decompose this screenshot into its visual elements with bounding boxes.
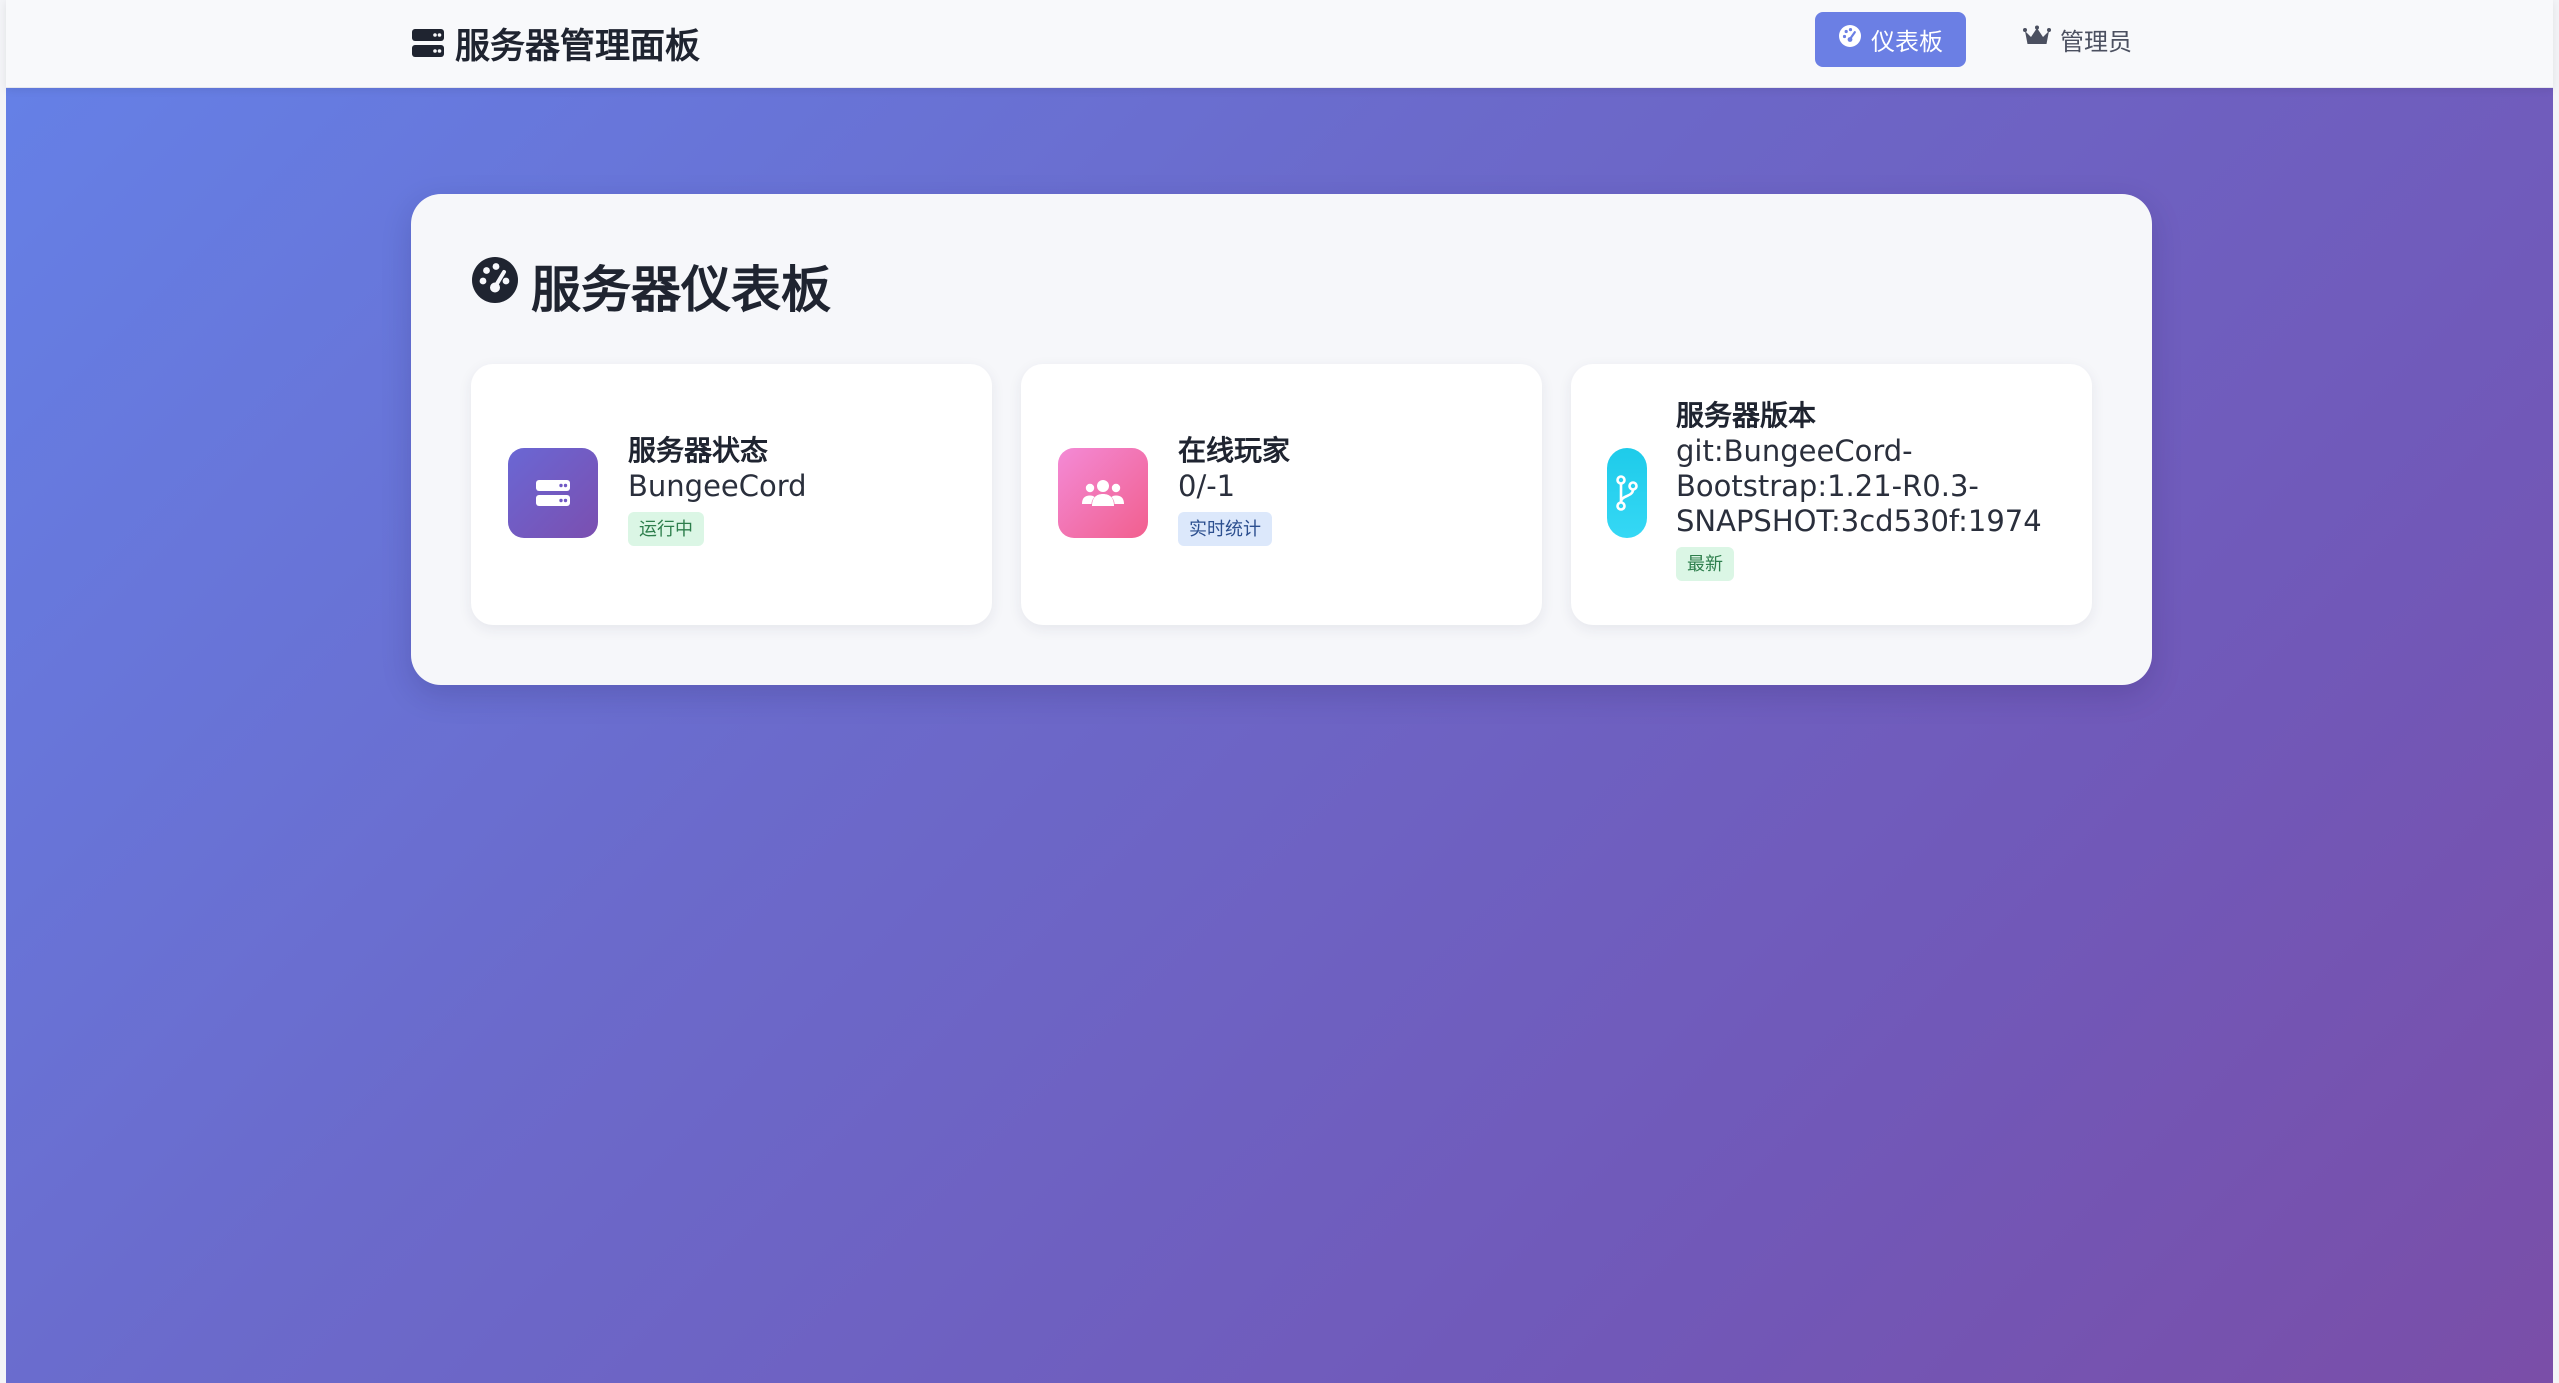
- card-value: BungeeCord: [628, 469, 807, 503]
- stats-badge: 实时统计: [1178, 512, 1272, 546]
- nav-link-label: 管理员: [2060, 29, 2132, 56]
- card-label: 在线玩家: [1178, 435, 1291, 466]
- crown-icon: [2023, 25, 2051, 54]
- version-line: SNAPSHOT:3cd530f:1974: [1676, 504, 2042, 538]
- server-icon: [411, 27, 445, 59]
- nav-link-admin[interactable]: 管理员: [2001, 12, 2154, 67]
- latest-badge: 最新: [1676, 547, 1734, 581]
- card-label: 服务器版本: [1676, 400, 1817, 431]
- nav-links: 仪表板 管理员: [1815, 12, 2154, 67]
- dashboard-panel: 服务器仪表板 服务器状态 BungeeCord 运行中 在线玩家 0/-1 实时…: [411, 194, 2152, 685]
- page-title: 服务器仪表板: [471, 256, 831, 318]
- card-value: git:BungeeCord- Bootstrap:1.21-R0.3- SNA…: [1676, 434, 2072, 539]
- main-content: 服务器仪表板 服务器状态 BungeeCord 运行中 在线玩家 0/-1 实时…: [6, 88, 2553, 1383]
- server-icon: [508, 448, 598, 538]
- version-line: Bootstrap:1.21-R0.3-: [1676, 469, 1979, 503]
- nav-link-label: 仪表板: [1871, 29, 1943, 56]
- top-navbar: 服务器管理面板 仪表板 管理员: [6, 0, 2553, 88]
- players-card: 在线玩家 0/-1 实时统计: [1021, 364, 1542, 625]
- users-icon: [1058, 448, 1148, 538]
- app-window: 服务器管理面板 仪表板 管理员 服务器仪表板 服务器状态 BungeeCord …: [0, 0, 2559, 1383]
- brand[interactable]: 服务器管理面板: [411, 20, 700, 66]
- dashboard-icon: [1838, 24, 1862, 55]
- dashboard-icon: [471, 256, 519, 316]
- version-line: git:BungeeCord-: [1676, 434, 1913, 468]
- status-badge: 运行中: [628, 512, 704, 546]
- brand-title: 服务器管理面板: [455, 26, 701, 66]
- nav-link-dashboard[interactable]: 仪表板: [1815, 12, 1966, 67]
- page-title-text: 服务器仪表板: [531, 262, 831, 318]
- card-value: 0/-1: [1178, 469, 1236, 503]
- card-body: 服务器版本 git:BungeeCord- Bootstrap:1.21-R0.…: [1676, 398, 2072, 581]
- code-branch-icon: [1607, 448, 1647, 538]
- card-body: 在线玩家 0/-1 实时统计: [1178, 433, 1522, 546]
- card-body: 服务器状态 BungeeCord 运行中: [628, 433, 972, 546]
- status-card: 服务器状态 BungeeCord 运行中: [471, 364, 992, 625]
- card-label: 服务器状态: [628, 435, 769, 466]
- version-card: 服务器版本 git:BungeeCord- Bootstrap:1.21-R0.…: [1571, 364, 2092, 625]
